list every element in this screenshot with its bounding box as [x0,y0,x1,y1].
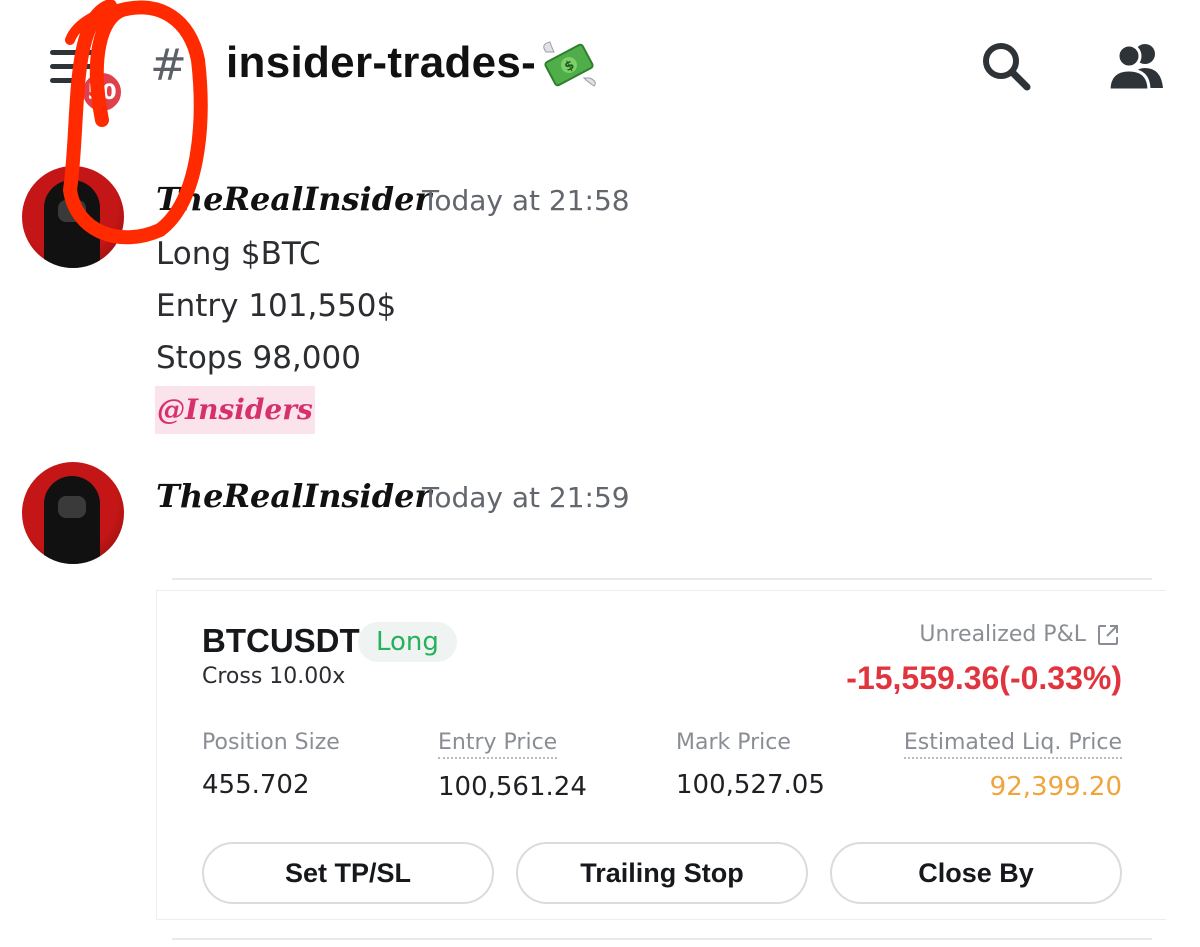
pnl-label[interactable]: Unrealized P&L [919,622,1120,647]
position-side-badge: Long [358,622,457,662]
position-symbol: BTCUSDT [202,622,360,659]
author-name[interactable]: TheRealInsider [156,477,431,515]
mark-price-value: 100,527.05 [676,770,825,800]
role-mention[interactable]: @Insiders [155,386,315,434]
entry-price-label[interactable]: Entry Price [438,730,558,759]
money-with-wings-icon: $ [543,41,596,87]
pnl-value: -15,559.36(-0.33%) [846,660,1122,696]
position-size-label: Position Size [202,730,340,755]
message-timestamp: Today at 21:59 [422,481,630,514]
trailing-stop-button[interactable]: Trailing Stop [516,842,808,904]
position-size-value: 455.702 [202,770,310,800]
embed-divider [172,578,1152,580]
share-icon[interactable] [1096,623,1120,647]
pnl-label-text: Unrealized P&L [919,622,1086,647]
channel-title: insider-trades- $ [226,38,598,88]
message-line: Entry 101,550$ [156,288,397,324]
bottom-divider [172,938,1152,940]
close-by-button[interactable]: Close By [830,842,1122,904]
liq-price-label[interactable]: Estimated Liq. Price [903,730,1122,759]
set-tp-sl-button[interactable]: Set TP/SL [202,842,494,904]
author-avatar[interactable] [22,166,124,268]
unread-badge: 50 [80,70,124,114]
author-name[interactable]: TheRealInsider [156,180,431,218]
author-avatar[interactable] [22,462,124,564]
channel-name: insider-trades- [226,38,537,87]
message-line: Long $BTC [156,236,321,272]
liq-price-value: 92,399.20 [989,772,1122,802]
margin-mode: Cross 10.00x [202,664,346,689]
entry-price-value: 100,561.24 [438,772,587,802]
members-icon[interactable] [1105,40,1167,90]
search-icon[interactable] [980,40,1032,92]
mark-price-label: Mark Price [676,730,791,755]
hash-icon: # [150,40,187,91]
message-line: Stops 98,000 [156,340,361,376]
message-timestamp: Today at 21:58 [422,184,630,217]
